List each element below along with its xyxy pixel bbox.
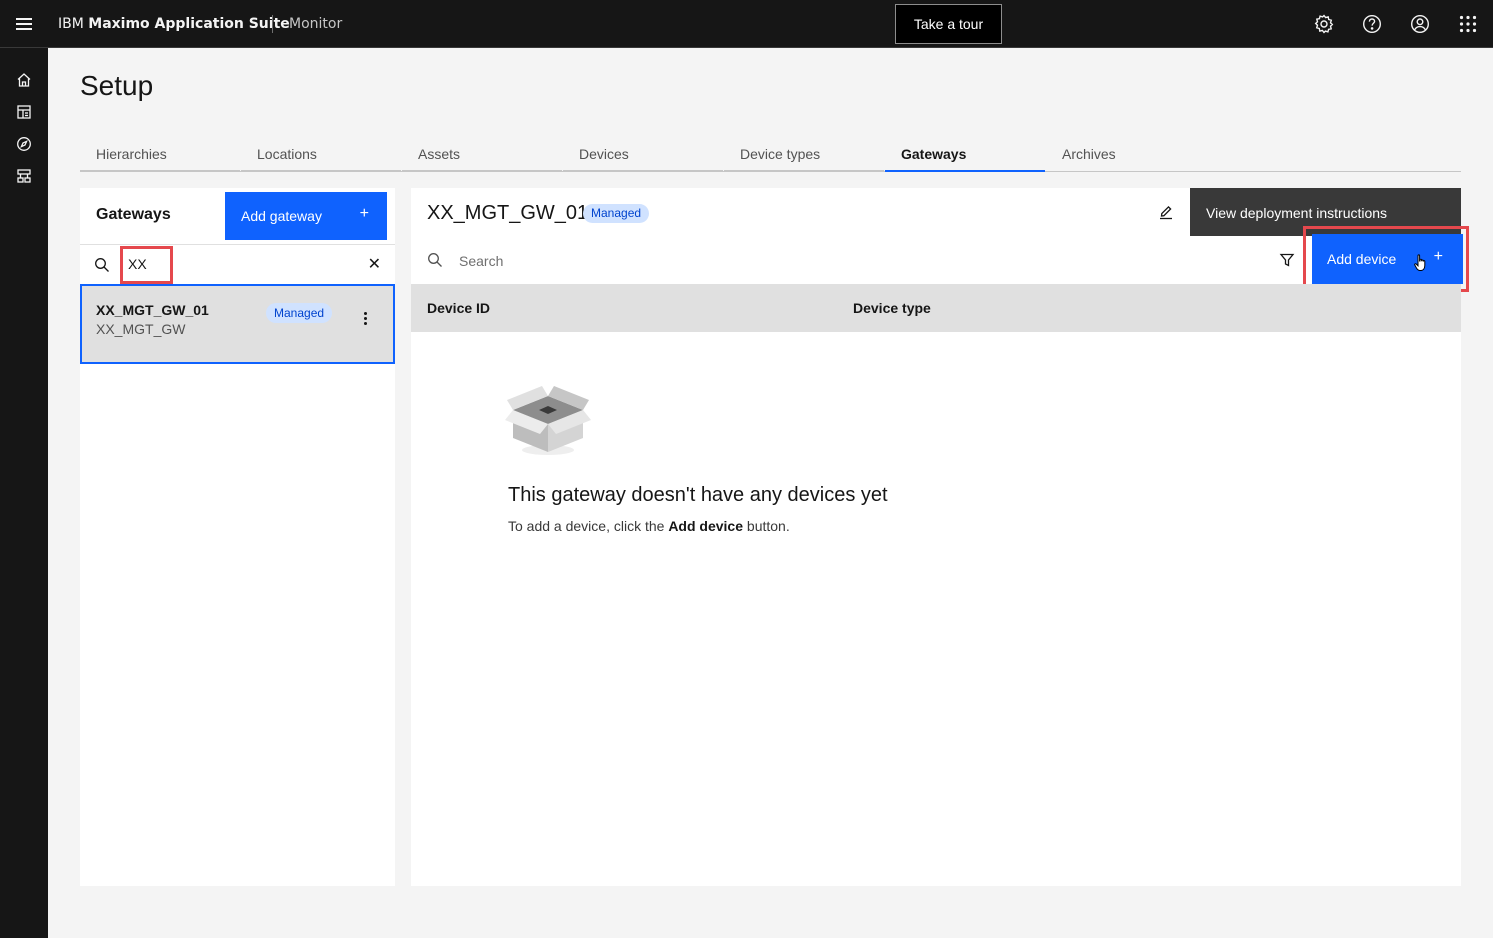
gateway-detail-title: XX_MGT_GW_01	[427, 202, 589, 224]
brand-name[interactable]: IBM Maximo Application Suite	[58, 0, 290, 48]
brand-divider	[272, 15, 273, 33]
search-icon	[94, 257, 110, 277]
gateways-list-panel: Gateways Add gateway + XX ✕ XX_MGT_GW_01…	[80, 188, 395, 886]
user-avatar-icon[interactable]	[1396, 0, 1444, 48]
status-badge: Managed	[266, 303, 333, 323]
device-table-header: Device ID Device type	[411, 284, 1461, 332]
home-icon[interactable]	[0, 64, 48, 96]
tab-assets[interactable]: Assets	[402, 138, 562, 172]
empty-state-title: This gateway doesn't have any devices ye…	[508, 484, 888, 506]
dashboard-icon[interactable]	[0, 96, 48, 128]
tab-devices[interactable]: Devices	[563, 138, 723, 172]
tab-archives[interactable]: Archives	[1046, 138, 1206, 172]
take-a-tour-button[interactable]: Take a tour	[895, 4, 1002, 44]
overflow-menu-icon[interactable]	[364, 312, 368, 327]
top-header: IBM Maximo Application Suite Monitor Tak…	[0, 0, 1493, 48]
settings-icon[interactable]	[1300, 0, 1348, 48]
app-switcher-icon[interactable]	[1444, 0, 1492, 48]
setup-tabs: Hierarchies Locations Assets Devices Dev…	[80, 138, 1461, 172]
list-item[interactable]: XX_MGT_GW_01 XX_MGT_GW Managed	[80, 284, 395, 364]
gateway-type: XX_MGT_GW	[96, 321, 186, 337]
column-device-type[interactable]: Device type	[853, 300, 931, 316]
gateway-name: XX_MGT_GW_01	[96, 302, 209, 318]
tab-device-types[interactable]: Device types	[724, 138, 884, 172]
device-search-input[interactable]: Search	[459, 253, 503, 269]
add-device-button[interactable]: Add device +	[1312, 234, 1463, 284]
edit-icon[interactable]	[1158, 204, 1174, 224]
filter-icon[interactable]	[1279, 252, 1295, 272]
hand-cursor-icon	[1414, 254, 1428, 275]
add-device-highlight: Add device +	[1303, 226, 1469, 292]
empty-box-icon	[505, 382, 591, 462]
side-nav-rail	[0, 48, 48, 938]
status-badge: Managed	[583, 204, 650, 223]
compass-icon[interactable]	[0, 128, 48, 160]
gateway-detail-panel: XX_MGT_GW_01 Managed View deployment ins…	[411, 188, 1469, 886]
empty-state-description: To add a device, click the Add device bu…	[508, 518, 790, 534]
tab-gateways[interactable]: Gateways	[885, 138, 1045, 172]
close-icon[interactable]: ✕	[368, 254, 381, 273]
page-title: Setup	[80, 70, 154, 101]
gateway-search-input[interactable]: XX	[120, 246, 173, 284]
tab-hierarchies[interactable]: Hierarchies	[80, 138, 240, 172]
plus-icon: +	[359, 205, 369, 222]
setup-hierarchy-icon[interactable]	[0, 160, 48, 192]
search-icon	[427, 252, 443, 272]
column-device-id[interactable]: Device ID	[427, 300, 490, 316]
add-gateway-button[interactable]: Add gateway +	[225, 192, 387, 240]
gateway-search: XX ✕	[80, 244, 395, 284]
menu-icon[interactable]	[0, 0, 48, 48]
gateways-panel-title: Gateways	[96, 206, 171, 223]
help-icon[interactable]	[1348, 0, 1396, 48]
app-name: Monitor	[289, 16, 343, 32]
plus-icon: +	[1433, 248, 1443, 265]
tab-locations[interactable]: Locations	[241, 138, 401, 172]
